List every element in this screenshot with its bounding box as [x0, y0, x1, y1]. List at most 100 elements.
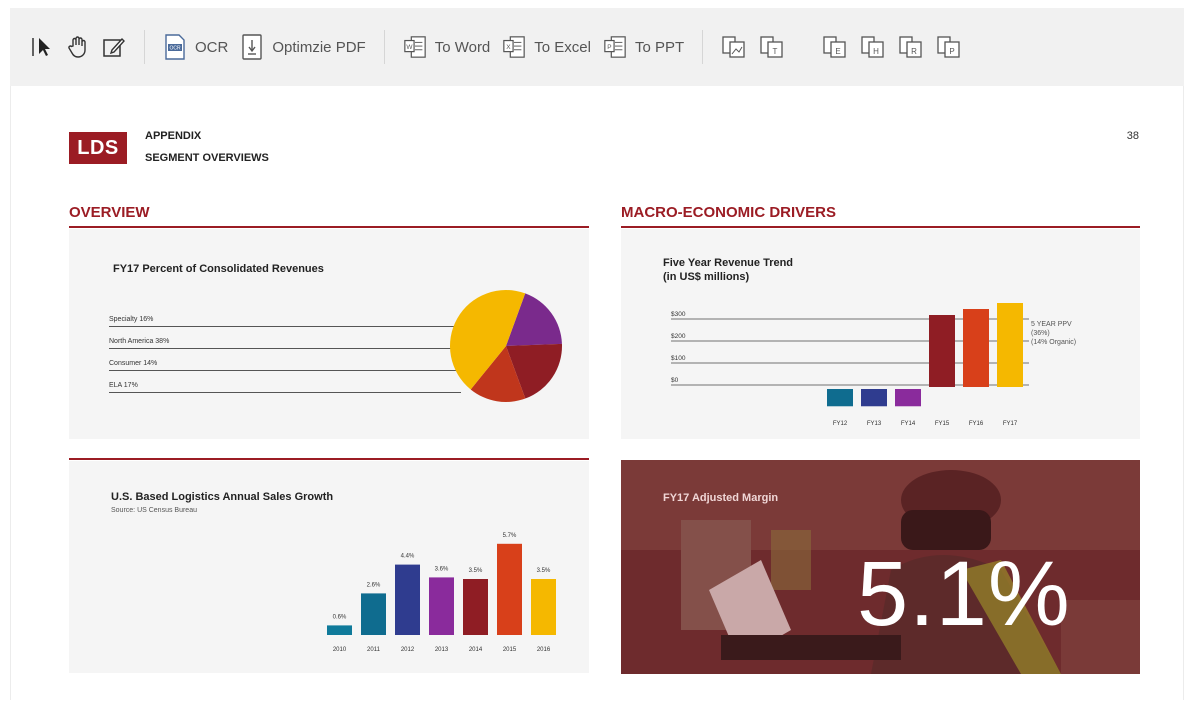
convert-image-icon: [721, 34, 747, 60]
legend-specialty: Specialty 16%: [109, 313, 461, 327]
to-word-button[interactable]: W To Word: [397, 27, 497, 67]
svg-text:H: H: [873, 47, 879, 56]
macro-drivers-title: MACRO-ECONOMIC DRIVERS: [621, 204, 837, 221]
growth-panel-rule: [69, 458, 589, 460]
to-excel-label: To Excel: [534, 38, 591, 56]
pdf-viewer: OCR OCR Optimzie PDF W To Word X To Exce…: [0, 0, 1192, 704]
convert-pages-button[interactable]: P: [930, 27, 968, 67]
growth-data-label: 2.6%: [367, 582, 381, 588]
growth-data-label: 3.6%: [435, 566, 449, 572]
toolbar-divider: [383, 30, 385, 64]
ocr-button[interactable]: OCR OCR: [157, 27, 234, 67]
convert-html-icon: H: [860, 34, 886, 60]
growth-xtick-label: 2016: [537, 647, 551, 653]
growth-bar-2012: [395, 564, 420, 635]
growth-data-label: 5.7%: [503, 533, 517, 539]
convert-text-icon: T: [759, 34, 785, 60]
svg-text:P: P: [607, 44, 611, 51]
growth-data-label: 3.5%: [537, 568, 551, 574]
growth-bar-2014: [463, 579, 488, 635]
growth-panel: U.S. Based Logistics Annual Sales Growth…: [69, 461, 589, 673]
trend-note-line3: (14% Organic): [1031, 339, 1077, 346]
toolbar: OCR OCR Optimzie PDF W To Word X To Exce…: [10, 8, 1184, 86]
cursor-icon: [30, 34, 54, 60]
trend-xtick-label: FY13: [867, 421, 882, 427]
growth-data-label: 4.4%: [401, 554, 415, 560]
hand-icon: [66, 34, 90, 60]
convert-epub-button[interactable]: E: [816, 27, 854, 67]
pie-title: FY17 Percent of Consolidated Revenues: [113, 263, 324, 275]
toolbar-divider: [702, 30, 704, 64]
svg-text:R: R: [911, 47, 917, 56]
svg-text:E: E: [836, 47, 841, 56]
trend-note-line1: 5 YEAR PPV: [1031, 321, 1072, 328]
to-excel-icon: X: [502, 34, 526, 60]
growth-bar-2013: [429, 577, 454, 635]
svg-text:T: T: [773, 47, 778, 56]
growth-bar-2010: [327, 625, 352, 635]
trend-xtick-label: FY15: [935, 421, 950, 427]
optimize-pdf-icon: [240, 34, 264, 60]
select-tool-button[interactable]: [24, 27, 60, 67]
trend-bar-fy13: [861, 389, 887, 407]
trend-panel: Five Year Revenue Trend (in US$ millions…: [621, 229, 1140, 439]
optimize-pdf-label: Optimzie PDF: [272, 38, 366, 56]
growth-title: U.S. Based Logistics Annual Sales Growth: [111, 491, 334, 503]
trend-ytick-label: $200: [671, 333, 686, 340]
overview-rule: [69, 226, 589, 228]
convert-html-button[interactable]: H: [854, 27, 892, 67]
svg-text:P: P: [950, 47, 955, 56]
pie-panel: FY17 Percent of Consolidated Revenues Sp…: [69, 229, 589, 439]
header-appendix: APPENDIX: [145, 130, 202, 142]
to-word-icon: W: [403, 34, 427, 60]
growth-xtick-label: 2014: [469, 647, 483, 653]
toolbar-divider: [803, 30, 804, 64]
convert-rtf-icon: R: [898, 34, 924, 60]
to-excel-button[interactable]: X To Excel: [496, 27, 597, 67]
growth-xtick-label: 2011: [367, 647, 381, 653]
header-segment-overviews: SEGMENT OVERVIEWS: [145, 152, 269, 164]
convert-pages-icon: P: [936, 34, 962, 60]
growth-xtick-label: 2010: [333, 647, 347, 653]
to-ppt-label: To PPT: [634, 38, 685, 56]
growth-bar-2015: [497, 543, 522, 635]
convert-rtf-button[interactable]: R: [892, 27, 930, 67]
trend-bar-fy14: [895, 389, 921, 407]
svg-text:W: W: [406, 44, 413, 51]
convert-epub-icon: E: [822, 34, 848, 60]
growth-data-label: 0.6%: [333, 614, 347, 620]
trend-bar-fy12: [827, 389, 853, 407]
ocr-label: OCR: [195, 38, 229, 56]
growth-data-label: 3.5%: [469, 568, 483, 574]
svg-text:X: X: [507, 44, 512, 51]
growth-bar-2016: [531, 579, 556, 635]
page-number: 38: [1126, 130, 1139, 142]
ocr-icon: OCR: [163, 34, 187, 60]
legend-consumer: Consumer 14%: [109, 357, 461, 371]
trend-bar-fy17: [997, 303, 1023, 387]
convert-text-button[interactable]: T: [753, 27, 791, 67]
trend-bar-fy16: [963, 309, 989, 387]
edit-icon: [102, 34, 126, 60]
hand-tool-button[interactable]: [60, 27, 96, 67]
trend-xtick-label: FY16: [969, 421, 984, 427]
trend-title-line1: Five Year Revenue Trend: [663, 257, 794, 269]
legend-ela: ELA 17%: [109, 379, 461, 393]
trend-ytick-label: $100: [671, 355, 686, 362]
optimize-pdf-button[interactable]: Optimzie PDF: [234, 27, 371, 67]
to-ppt-button[interactable]: P To PPT: [597, 27, 690, 67]
growth-chart: 0.6% 2010 2.6% 2011 4.4% 2012 3.6% 2013 3.5% 2014…: [327, 533, 556, 653]
trend-bar-fy15: [929, 315, 955, 387]
growth-bar-2011: [361, 593, 386, 635]
trend-ytick-label: $0: [671, 377, 679, 384]
edit-tool-button[interactable]: [96, 27, 132, 67]
to-word-label: To Word: [434, 38, 491, 56]
pie-chart: [450, 290, 562, 402]
convert-image-button[interactable]: [715, 27, 753, 67]
adjusted-margin-panel: FY17 Adjusted Margin 5.1%: [621, 460, 1140, 674]
growth-xtick-label: 2015: [503, 647, 517, 653]
trend-note-line2: (36%): [1031, 330, 1050, 337]
trend-xtick-label: FY14: [901, 421, 916, 427]
to-ppt-icon: P: [603, 34, 627, 60]
legend-north-america: North America 38%: [109, 335, 461, 349]
